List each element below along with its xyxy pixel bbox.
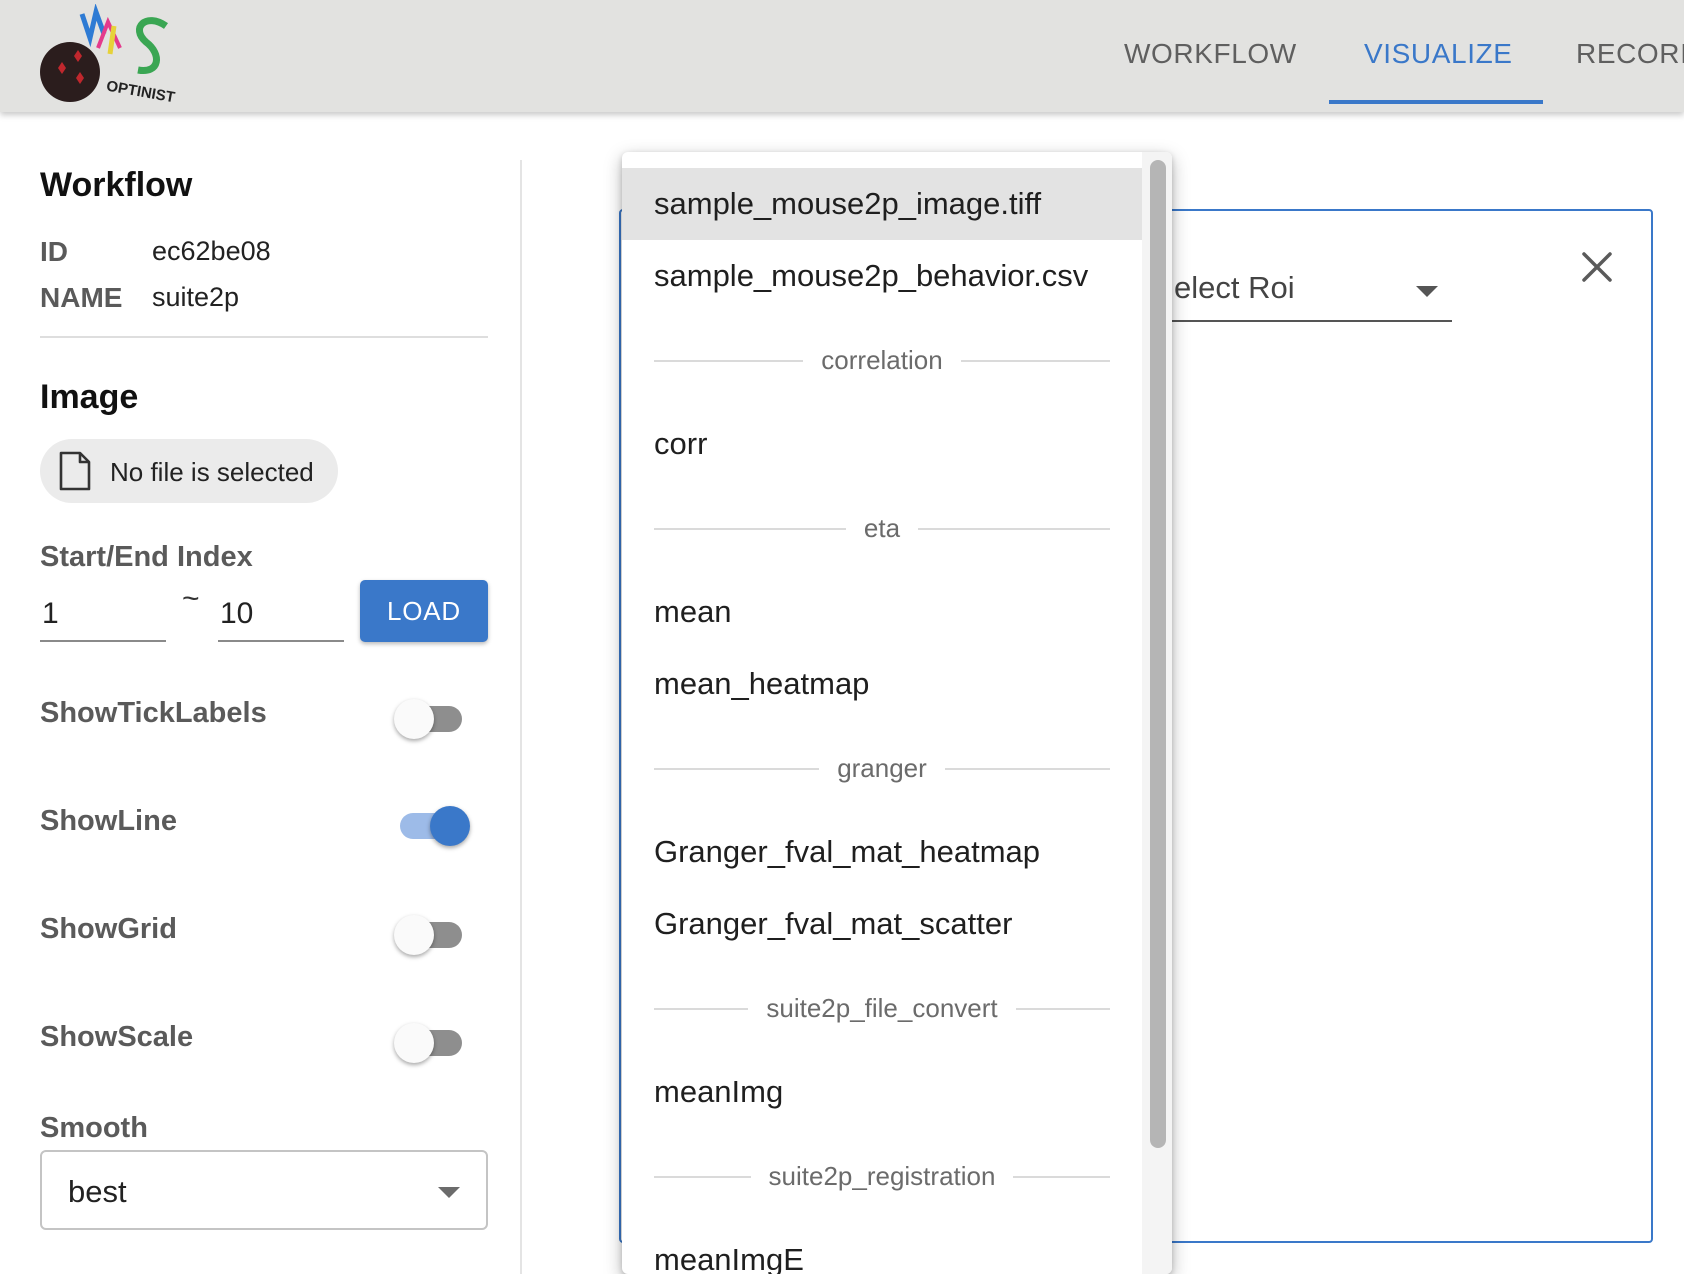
subheader-label: granger xyxy=(819,748,945,788)
menu-item[interactable]: mean xyxy=(622,576,1142,648)
logo-dark-circle xyxy=(40,42,100,102)
file-icon xyxy=(59,451,91,491)
toggle-label-line: ShowLine xyxy=(40,805,177,837)
menu-item[interactable]: mean_heatmap xyxy=(622,648,1142,720)
show-grid-switch[interactable] xyxy=(394,911,468,955)
load-button[interactable]: LOAD xyxy=(360,580,488,642)
chevron-down-icon xyxy=(1416,286,1438,297)
menu-item[interactable]: corr xyxy=(622,408,1142,480)
subheader-label: suite2p_registration xyxy=(750,1156,1014,1196)
menu-subheader: correlation xyxy=(654,340,1110,380)
logo-n-letter xyxy=(79,4,107,48)
smooth-label: Smooth xyxy=(40,1112,148,1144)
active-tab-indicator xyxy=(1329,100,1543,104)
sidebar-divider xyxy=(40,336,488,338)
menu-subheader: eta xyxy=(654,508,1110,548)
subheader-label: correlation xyxy=(803,340,961,380)
chevron-down-icon xyxy=(438,1187,460,1198)
logo-text: OPTINIST xyxy=(105,78,176,107)
file-chip-label: No file is selected xyxy=(110,457,314,487)
show-line-switch[interactable] xyxy=(394,802,470,846)
toggle-label-grid: ShowGrid xyxy=(40,913,177,945)
end-index-input[interactable] xyxy=(218,588,344,642)
switch-thumb xyxy=(430,806,470,846)
toggle-label-ticklabels: ShowTickLabels xyxy=(40,697,267,729)
roi-select-text: elect Roi xyxy=(1174,270,1295,305)
index-separator: ~ xyxy=(182,582,200,615)
app-root: OPTINIST WORKFLOW VISUALIZE RECORI Workf… xyxy=(0,0,1684,1274)
toggle-label-scale: ShowScale xyxy=(40,1021,194,1053)
start-index-input[interactable] xyxy=(40,588,166,642)
menu-item[interactable]: sample_mouse2p_image.tiff xyxy=(622,168,1142,240)
menu-item[interactable]: Granger_fval_mat_heatmap xyxy=(622,816,1142,888)
id-value: ec62be08 xyxy=(152,236,271,266)
menu-subheader: suite2p_registration xyxy=(654,1156,1110,1196)
menu-subheader: granger xyxy=(654,748,1110,788)
switch-thumb xyxy=(394,1023,434,1063)
switch-thumb xyxy=(394,915,434,955)
roi-select[interactable]: elect Roi xyxy=(1170,262,1452,322)
menu-subheader: suite2p_file_convert xyxy=(654,988,1110,1028)
show-tick-labels-switch[interactable] xyxy=(394,695,468,739)
switch-thumb xyxy=(394,699,434,739)
menu-item[interactable]: meanImgE xyxy=(622,1224,1142,1274)
show-scale-switch[interactable] xyxy=(394,1019,468,1063)
subheader-label: eta xyxy=(845,508,919,548)
file-select-chip[interactable]: No file is selected xyxy=(40,439,338,503)
menu-item[interactable]: Granger_fval_mat_scatter xyxy=(622,888,1142,960)
id-label: ID xyxy=(40,236,68,267)
workflow-title: Workflow xyxy=(40,166,193,204)
tab-workflow[interactable]: WORKFLOW xyxy=(1124,38,1297,70)
tab-visualize[interactable]: VISUALIZE xyxy=(1364,38,1513,70)
tab-record[interactable]: RECORI xyxy=(1576,38,1684,70)
image-title: Image xyxy=(40,378,139,416)
app-header: OPTINIST WORKFLOW VISUALIZE RECORI xyxy=(0,0,1684,112)
close-icon[interactable] xyxy=(1580,250,1614,284)
smooth-value: best xyxy=(68,1174,127,1209)
menu-item[interactable]: sample_mouse2p_behavior.csv xyxy=(622,240,1142,312)
menu-scrollbar-thumb[interactable] xyxy=(1150,160,1166,1148)
file-select-menu: sample_mouse2p_image.tiff sample_mouse2p… xyxy=(622,152,1172,1274)
menu-item[interactable]: meanImg xyxy=(622,1056,1142,1128)
name-label: NAME xyxy=(40,282,123,313)
optinist-logo[interactable]: OPTINIST xyxy=(38,4,198,108)
logo-s-letter xyxy=(136,17,169,74)
sidebar-vertical-divider xyxy=(520,160,522,1274)
subheader-label: suite2p_file_convert xyxy=(748,988,1016,1028)
name-value: suite2p xyxy=(152,282,240,312)
smooth-select[interactable]: best xyxy=(40,1150,488,1230)
index-label: Start/End Index xyxy=(40,541,253,573)
